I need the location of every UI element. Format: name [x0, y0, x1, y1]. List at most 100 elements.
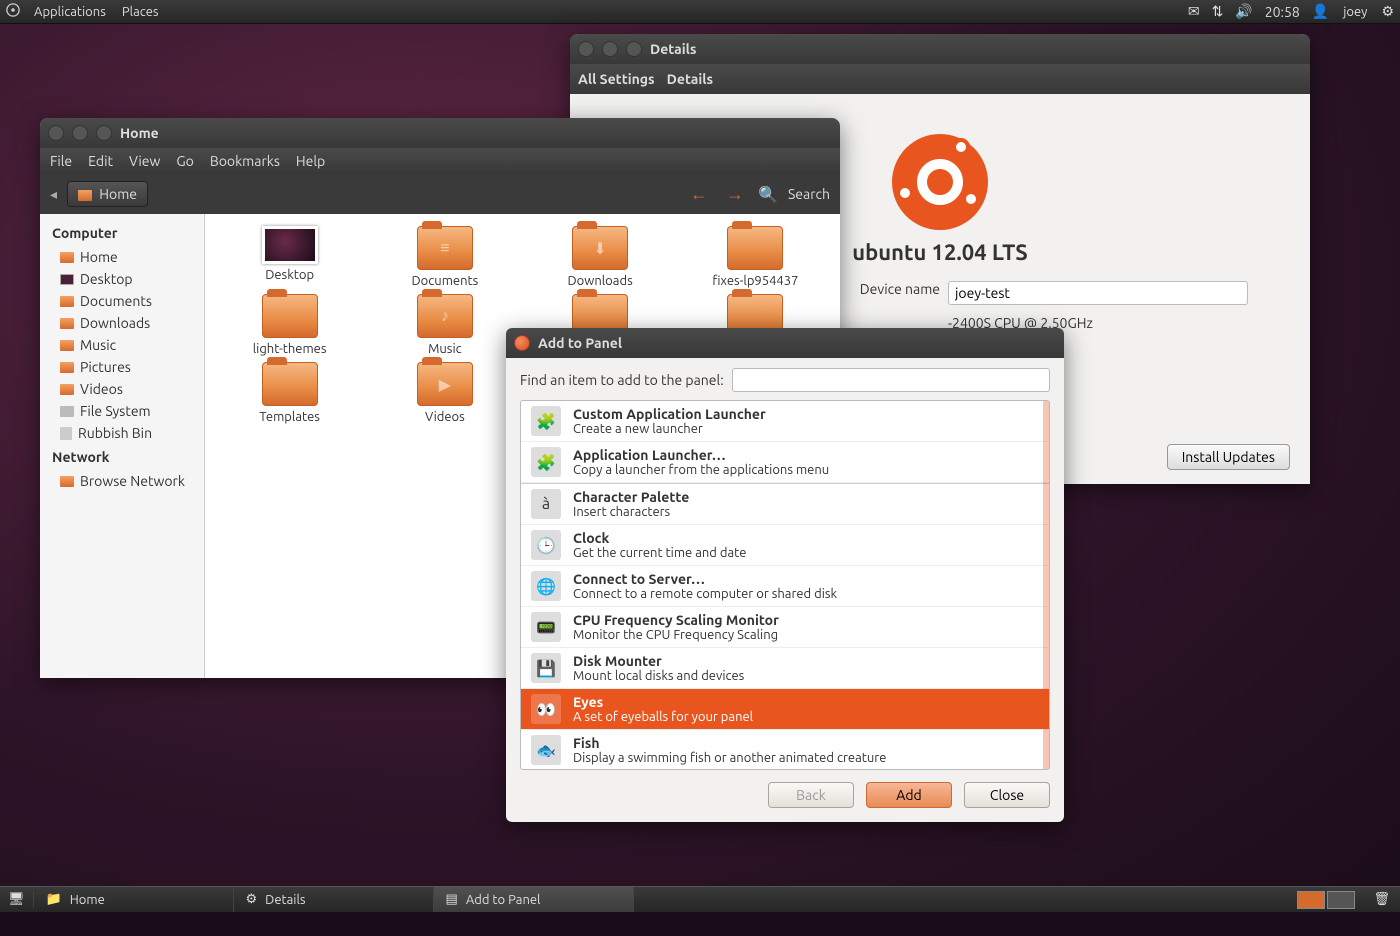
find-input[interactable] [732, 368, 1050, 392]
back-icon[interactable]: ← [686, 184, 712, 205]
user-menu[interactable]: joey [1335, 5, 1375, 19]
applet-title: Disk Mounter [573, 653, 744, 669]
trash-icon[interactable]: 🗑 [1363, 892, 1400, 907]
search-icon[interactable]: 🔍 [758, 185, 778, 204]
sidebar-item-label: Pictures [80, 359, 131, 375]
places-menu[interactable]: Places [114, 5, 167, 19]
file-light-themes[interactable]: light-themes [217, 294, 362, 356]
file-label: Downloads [568, 274, 633, 288]
all-settings-link[interactable]: All Settings [578, 71, 655, 87]
applet-fish[interactable]: 🐟FishDisplay a swimming fish or another … [521, 730, 1049, 770]
close-icon[interactable] [48, 125, 64, 141]
folder-icon [60, 340, 74, 351]
sidebar-item-desktop[interactable]: Desktop [40, 268, 204, 290]
applet-cpu-frequency-scaling-monitor[interactable]: 📟CPU Frequency Scaling MonitorMonitor th… [521, 607, 1049, 648]
sidebar: Computer HomeDesktopDocumentsDownloadsMu… [40, 214, 205, 678]
file-videos[interactable]: ▶Videos [372, 362, 517, 424]
search-label[interactable]: Search [788, 186, 830, 202]
sidebar-item-rubbish-bin[interactable]: Rubbish Bin [40, 422, 204, 444]
sidebar-item-file-system[interactable]: File System [40, 400, 204, 422]
menu-bookmarks[interactable]: Bookmarks [210, 153, 280, 169]
workspace-switcher[interactable] [1289, 889, 1363, 911]
path-home-button[interactable]: Home [67, 181, 148, 207]
panel-icon: ▤ [446, 892, 458, 907]
clock[interactable]: 20:58 [1259, 4, 1306, 20]
applet-custom-application-launcher[interactable]: 🧩Custom Application LauncherCreate a new… [521, 401, 1049, 442]
file-documents[interactable]: ≡Documents [372, 226, 517, 288]
applet-disk-mounter[interactable]: 💾Disk MounterMount local disks and devic… [521, 648, 1049, 689]
sidebar-toggle-icon[interactable]: ◂ [50, 186, 57, 203]
applet-icon: 💾 [531, 653, 561, 683]
volume-icon[interactable]: 🔊 [1229, 3, 1258, 20]
back-button[interactable]: Back [768, 782, 854, 808]
file-fixes-lp954437[interactable]: fixes-lp954437 [683, 226, 828, 288]
folder-icon: ▶ [417, 362, 473, 406]
applet-title: Clock [573, 530, 746, 546]
maximize-icon[interactable] [626, 41, 642, 57]
applet-character-palette[interactable]: àCharacter PaletteInsert characters [521, 483, 1049, 525]
maximize-icon[interactable] [96, 125, 112, 141]
sidebar-item-pictures[interactable]: Pictures [40, 356, 204, 378]
user-icon: 👤 [1306, 3, 1335, 20]
applet-desc: A set of eyeballs for your panel [573, 710, 753, 724]
home-titlebar[interactable]: Home [40, 118, 840, 148]
task-add-to-panel[interactable]: ▤Add to Panel [434, 887, 634, 912]
applet-application-launcher[interactable]: 🧩Application Launcher…Copy a launcher fr… [521, 442, 1049, 483]
file-music[interactable]: ♪Music [372, 294, 517, 356]
menu-edit[interactable]: Edit [88, 153, 113, 169]
sidebar-item-documents[interactable]: Documents [40, 290, 204, 312]
ubuntu-logo-icon [892, 134, 988, 230]
folder-icon [60, 476, 74, 487]
mail-icon[interactable]: ✉ [1182, 3, 1206, 20]
details-tab: Details [667, 71, 713, 87]
minimize-icon[interactable] [72, 125, 88, 141]
file-desktop[interactable]: Desktop [217, 226, 362, 288]
task-home[interactable]: 📁Home [34, 887, 234, 912]
menu-view[interactable]: View [129, 153, 160, 169]
top-panel: Applications Places ✉ ⇅ 🔊 20:58 👤 joey ⚙ [0, 0, 1400, 24]
drive-icon [60, 406, 74, 417]
menu-help[interactable]: Help [296, 153, 325, 169]
add-button[interactable]: Add [866, 782, 952, 808]
show-desktop-icon[interactable]: 🖥 [0, 892, 34, 907]
details-titlebar[interactable]: Details [570, 34, 1310, 64]
close-icon[interactable] [514, 335, 530, 351]
folder-icon [60, 296, 74, 307]
sidebar-item-downloads[interactable]: Downloads [40, 312, 204, 334]
sidebar-item-music[interactable]: Music [40, 334, 204, 356]
applet-title: Custom Application Launcher [573, 406, 766, 422]
addpanel-titlebar[interactable]: Add to Panel [506, 328, 1064, 358]
folder-icon: ⬇ [572, 226, 628, 270]
applet-eyes[interactable]: 👀EyesA set of eyeballs for your panel [521, 689, 1049, 730]
applet-desc: Insert characters [573, 505, 689, 519]
workspace-1[interactable] [1297, 891, 1325, 909]
file-downloads[interactable]: ⬇ Downloads [528, 226, 673, 288]
sidebar-item-browse-network[interactable]: Browse Network [40, 470, 204, 492]
applet-connect-to-server[interactable]: 🌐Connect to Server…Connect to a remote c… [521, 566, 1049, 607]
sidebar-item-videos[interactable]: Videos [40, 378, 204, 400]
install-updates-button[interactable]: Install Updates [1167, 444, 1290, 470]
applet-desc: Monitor the CPU Frequency Scaling [573, 628, 779, 642]
applet-clock[interactable]: 🕒ClockGet the current time and date [521, 525, 1049, 566]
file-templates[interactable]: Templates [217, 362, 362, 424]
menu-file[interactable]: File [50, 153, 72, 169]
applications-menu[interactable]: Applications [26, 5, 114, 19]
workspace-2[interactable] [1327, 891, 1355, 909]
forward-icon[interactable]: → [722, 184, 748, 205]
session-icon[interactable]: ⚙ [1375, 3, 1400, 20]
applet-title: Eyes [573, 694, 753, 710]
scrollbar[interactable] [1043, 401, 1049, 769]
sidebar-item-home[interactable]: Home [40, 246, 204, 268]
applet-icon: 🕒 [531, 530, 561, 560]
trash-icon [60, 427, 72, 440]
menu-go[interactable]: Go [176, 153, 193, 169]
task-details[interactable]: ⚙Details [234, 887, 434, 912]
minimize-icon[interactable] [602, 41, 618, 57]
device-name-field[interactable] [948, 281, 1248, 305]
close-icon[interactable] [578, 41, 594, 57]
device-name-label: Device name [830, 281, 940, 305]
network-icon[interactable]: ⇅ [1206, 3, 1230, 20]
folder-icon [727, 226, 783, 270]
home-toolbar: ◂ Home ← → 🔍 Search [40, 174, 840, 214]
close-button[interactable]: Close [964, 782, 1050, 808]
